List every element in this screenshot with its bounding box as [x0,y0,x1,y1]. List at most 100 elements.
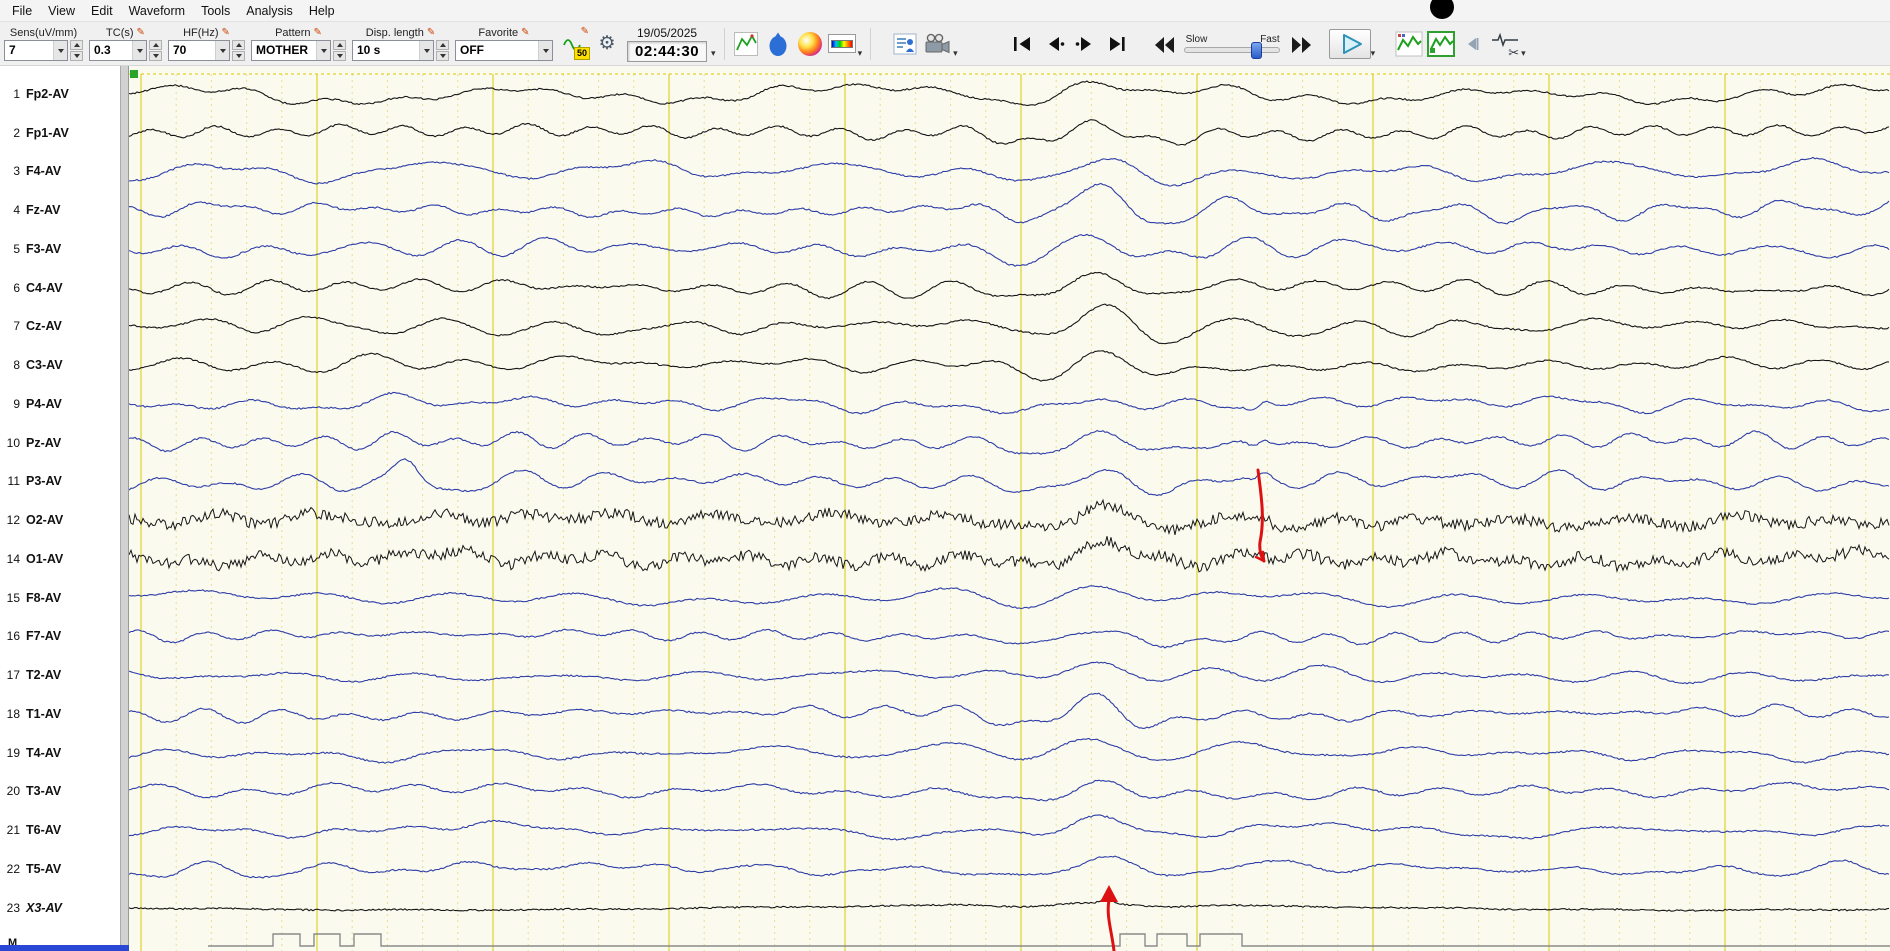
hf-spin-up[interactable] [232,40,245,50]
display-length-spin-down[interactable] [436,51,449,61]
eeg-waveform-display[interactable] [129,66,1890,951]
monitor-waveform-button[interactable] [1394,28,1424,60]
montage-options-dropdown[interactable]: ▾ [1521,48,1526,59]
position-marker [130,70,138,78]
channel-name: T3-AV [26,784,62,799]
display-length-select[interactable]: 10 s [352,40,434,61]
map-options-dropdown[interactable]: ▾ [858,48,863,59]
rewind-button[interactable] [1150,28,1180,60]
step-back-button[interactable] [1039,28,1069,60]
channel-label-f4-av[interactable]: 3 F4-AV [0,162,120,180]
channel-number: 3 [13,164,20,179]
menu-item-waveform[interactable]: Waveform [121,2,194,20]
previous-view-button[interactable] [1458,28,1488,60]
channel-label-t6-av[interactable]: 21 T6-AV [0,821,120,839]
channel-label-p4-av[interactable]: 9 P4-AV [0,395,120,413]
skip-to-end-button[interactable] [1103,28,1133,60]
channel-label-p3-av[interactable]: 11 P3-AV [0,472,120,490]
pattern-spin-down[interactable] [333,51,346,61]
step-forward-button[interactable] [1071,28,1101,60]
channel-label-f7-av[interactable]: 16 F7-AV [0,627,120,645]
channel-label-o1-av[interactable]: 14 O1-AV [0,550,120,568]
favorite-edit-pencil-icon[interactable]: ✎ [521,28,529,38]
menu-item-help[interactable]: Help [301,2,343,20]
head-map-button[interactable] [763,28,793,60]
eeg-trace-p4-av [129,391,1890,415]
display-length-dropdown-arrow[interactable] [419,41,433,60]
pattern-dropdown-arrow[interactable] [316,41,330,60]
hf-dropdown-arrow[interactable] [215,41,229,60]
patient-info-button[interactable] [890,28,920,60]
favorite-dropdown-arrow[interactable] [538,41,552,60]
menu-item-file[interactable]: File [4,2,40,20]
colormap-button[interactable] [827,28,857,60]
hf-edit-pencil-icon[interactable]: ✎ [222,28,230,38]
channel-number: 22 [6,861,20,876]
tc-spin-up[interactable] [149,40,162,50]
pattern-select[interactable]: MOTHER [251,40,331,61]
montage-cut-button[interactable]: ✂ [1490,28,1520,60]
channel-label-pz-av[interactable]: 10 Pz-AV [0,434,120,452]
play-options-dropdown[interactable]: ▾ [1371,48,1376,59]
tc-dropdown-arrow[interactable] [132,41,146,60]
menu-item-tools[interactable]: Tools [193,2,238,20]
channel-label-t1-av[interactable]: 18 T1-AV [0,705,120,723]
3d-map-button[interactable] [795,28,825,60]
channel-label-t4-av[interactable]: 19 T4-AV [0,744,120,762]
hf-select[interactable]: 70 [168,40,230,61]
pattern-spin-up[interactable] [333,40,346,50]
channel-waveform-divider[interactable] [120,66,129,951]
video-options-dropdown[interactable]: ▾ [953,48,958,59]
fast-forward-button[interactable] [1286,28,1316,60]
menu-item-view[interactable]: View [40,2,83,20]
pattern-edit-pencil-icon[interactable]: ✎ [314,28,322,38]
trend-chart-button[interactable] [731,28,761,60]
channel-label-t2-av[interactable]: 17 T2-AV [0,666,120,684]
display-length-edit-pencil-icon[interactable]: ✎ [427,28,435,38]
hf-label: HF(Hz) [183,27,219,39]
channel-label-f3-av[interactable]: 5 F3-AV [0,240,120,258]
sens-dropdown-arrow[interactable] [53,41,67,60]
eeg-trace-o1-av [129,536,1890,573]
display-length-spin-up[interactable] [436,40,449,50]
channel-label-x3-av[interactable]: 23 X3-AV [0,899,120,917]
favorite-select[interactable]: OFF [455,40,553,61]
channel-label-fz-av[interactable]: 4 Fz-AV [0,201,120,219]
menu-item-analysis[interactable]: Analysis [238,2,301,20]
sens-spin-up[interactable] [70,40,83,50]
hf-group: HF(Hz) ✎ 70 [168,26,245,61]
skip-to-start-button[interactable] [1007,28,1037,60]
gear-icon: ⚙ [598,33,616,54]
channel-number: 21 [6,823,20,838]
channel-label-f8-av[interactable]: 15 F8-AV [0,589,120,607]
channel-label-c4-av[interactable]: 6 C4-AV [0,279,120,297]
video-button[interactable] [922,28,952,60]
channel-label-cz-av[interactable]: 7 Cz-AV [0,317,120,335]
channel-label-c3-av[interactable]: 8 C3-AV [0,356,120,374]
channel-number: 14 [6,551,20,566]
datetime-dropdown[interactable]: ▾ [711,48,716,59]
tc-spin-down[interactable] [149,51,162,61]
trend-chart-icon [733,31,758,56]
channel-label-o2-av[interactable]: 12 O2-AV [0,511,120,529]
filter-pencil-icon: ✎ [580,25,589,37]
play-button[interactable] [1328,28,1371,59]
channel-label-t5-av[interactable]: 22 T5-AV [0,860,120,878]
channel-number: 7 [13,319,20,334]
speed-slider-track[interactable] [1183,42,1280,59]
menu-item-edit[interactable]: Edit [83,2,121,20]
channel-label-fp2-av[interactable]: 1 Fp2-AV [0,85,120,103]
review-waveform-button[interactable] [1426,28,1456,60]
ac-filter-50hz-button[interactable]: ✎ 50 [560,25,590,60]
speed-slider[interactable]: Slow Fast [1183,34,1282,59]
sens-spin-down[interactable] [70,51,83,61]
sens-select[interactable]: 7 [4,40,68,61]
patient-info-icon [893,33,917,54]
hf-spin-down[interactable] [232,51,245,61]
channel-label-t3-av[interactable]: 20 T3-AV [0,782,120,800]
settings-button[interactable]: ⚙ [592,28,622,60]
channel-label-fp1-av[interactable]: 2 Fp1-AV [0,124,120,142]
speed-slider-handle[interactable] [1250,42,1262,59]
tc-select[interactable]: 0.3 [89,40,147,61]
tc-edit-pencil-icon[interactable]: ✎ [137,28,145,38]
